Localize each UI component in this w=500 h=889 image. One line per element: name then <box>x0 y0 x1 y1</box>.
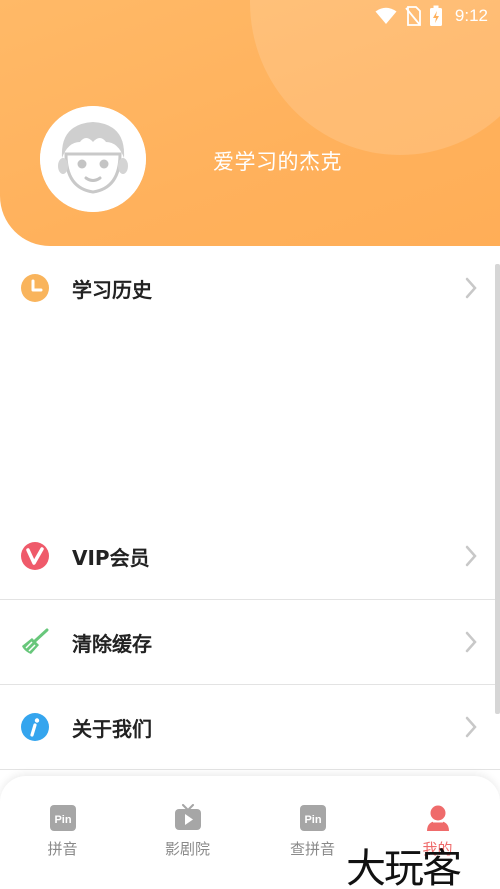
tv-play-icon <box>174 804 201 830</box>
profile-icon <box>426 805 449 831</box>
menu-item-about[interactable]: 关于我们 <box>0 685 500 769</box>
avatar[interactable] <box>40 106 146 212</box>
menu-item-label: 关于我们 <box>72 716 152 741</box>
chevron-right-icon <box>465 631 477 653</box>
battery-charging-icon <box>429 5 442 26</box>
chevron-right-icon <box>465 277 477 299</box>
menu-item-label: 学习历史 <box>72 277 152 302</box>
menu-item-label: VIP会员 <box>72 545 150 570</box>
wifi-icon <box>375 7 397 24</box>
boy-avatar-icon <box>40 106 146 212</box>
info-icon <box>21 713 49 741</box>
menu-item-clear-cache[interactable]: 清除缓存 <box>0 600 500 684</box>
status-bar: 9:12 <box>0 0 500 32</box>
chevron-right-icon <box>465 545 477 567</box>
tab-theater[interactable]: 影剧院 <box>125 776 250 889</box>
tab-label: 拼音 <box>47 840 78 858</box>
svg-text:Pin: Pin <box>54 814 71 826</box>
clock-icon <box>21 274 49 302</box>
tab-label: 影剧院 <box>164 840 210 858</box>
username: 爱学习的杰克 <box>213 150 342 174</box>
status-time: 9:12 <box>454 6 488 25</box>
divider <box>0 769 500 770</box>
watermark-text: 大玩客 <box>346 846 462 889</box>
chevron-right-icon <box>465 716 477 738</box>
pin-icon: Pin <box>49 805 76 831</box>
scrollbar[interactable] <box>495 264 500 714</box>
profile-header: 9:12 爱学习的杰克 <box>0 0 500 246</box>
menu-item-history[interactable]: 学习历史 <box>0 246 500 330</box>
no-sim-icon <box>405 6 421 26</box>
svg-text:Pin: Pin <box>304 814 321 826</box>
pin-icon: Pin <box>299 805 326 831</box>
menu-item-label: 清除缓存 <box>72 631 152 656</box>
menu-item-vip[interactable]: VIP会员 <box>0 514 500 598</box>
vip-icon <box>21 542 49 570</box>
broom-icon <box>22 628 49 654</box>
tab-pinyin[interactable]: Pin 拼音 <box>0 776 125 889</box>
